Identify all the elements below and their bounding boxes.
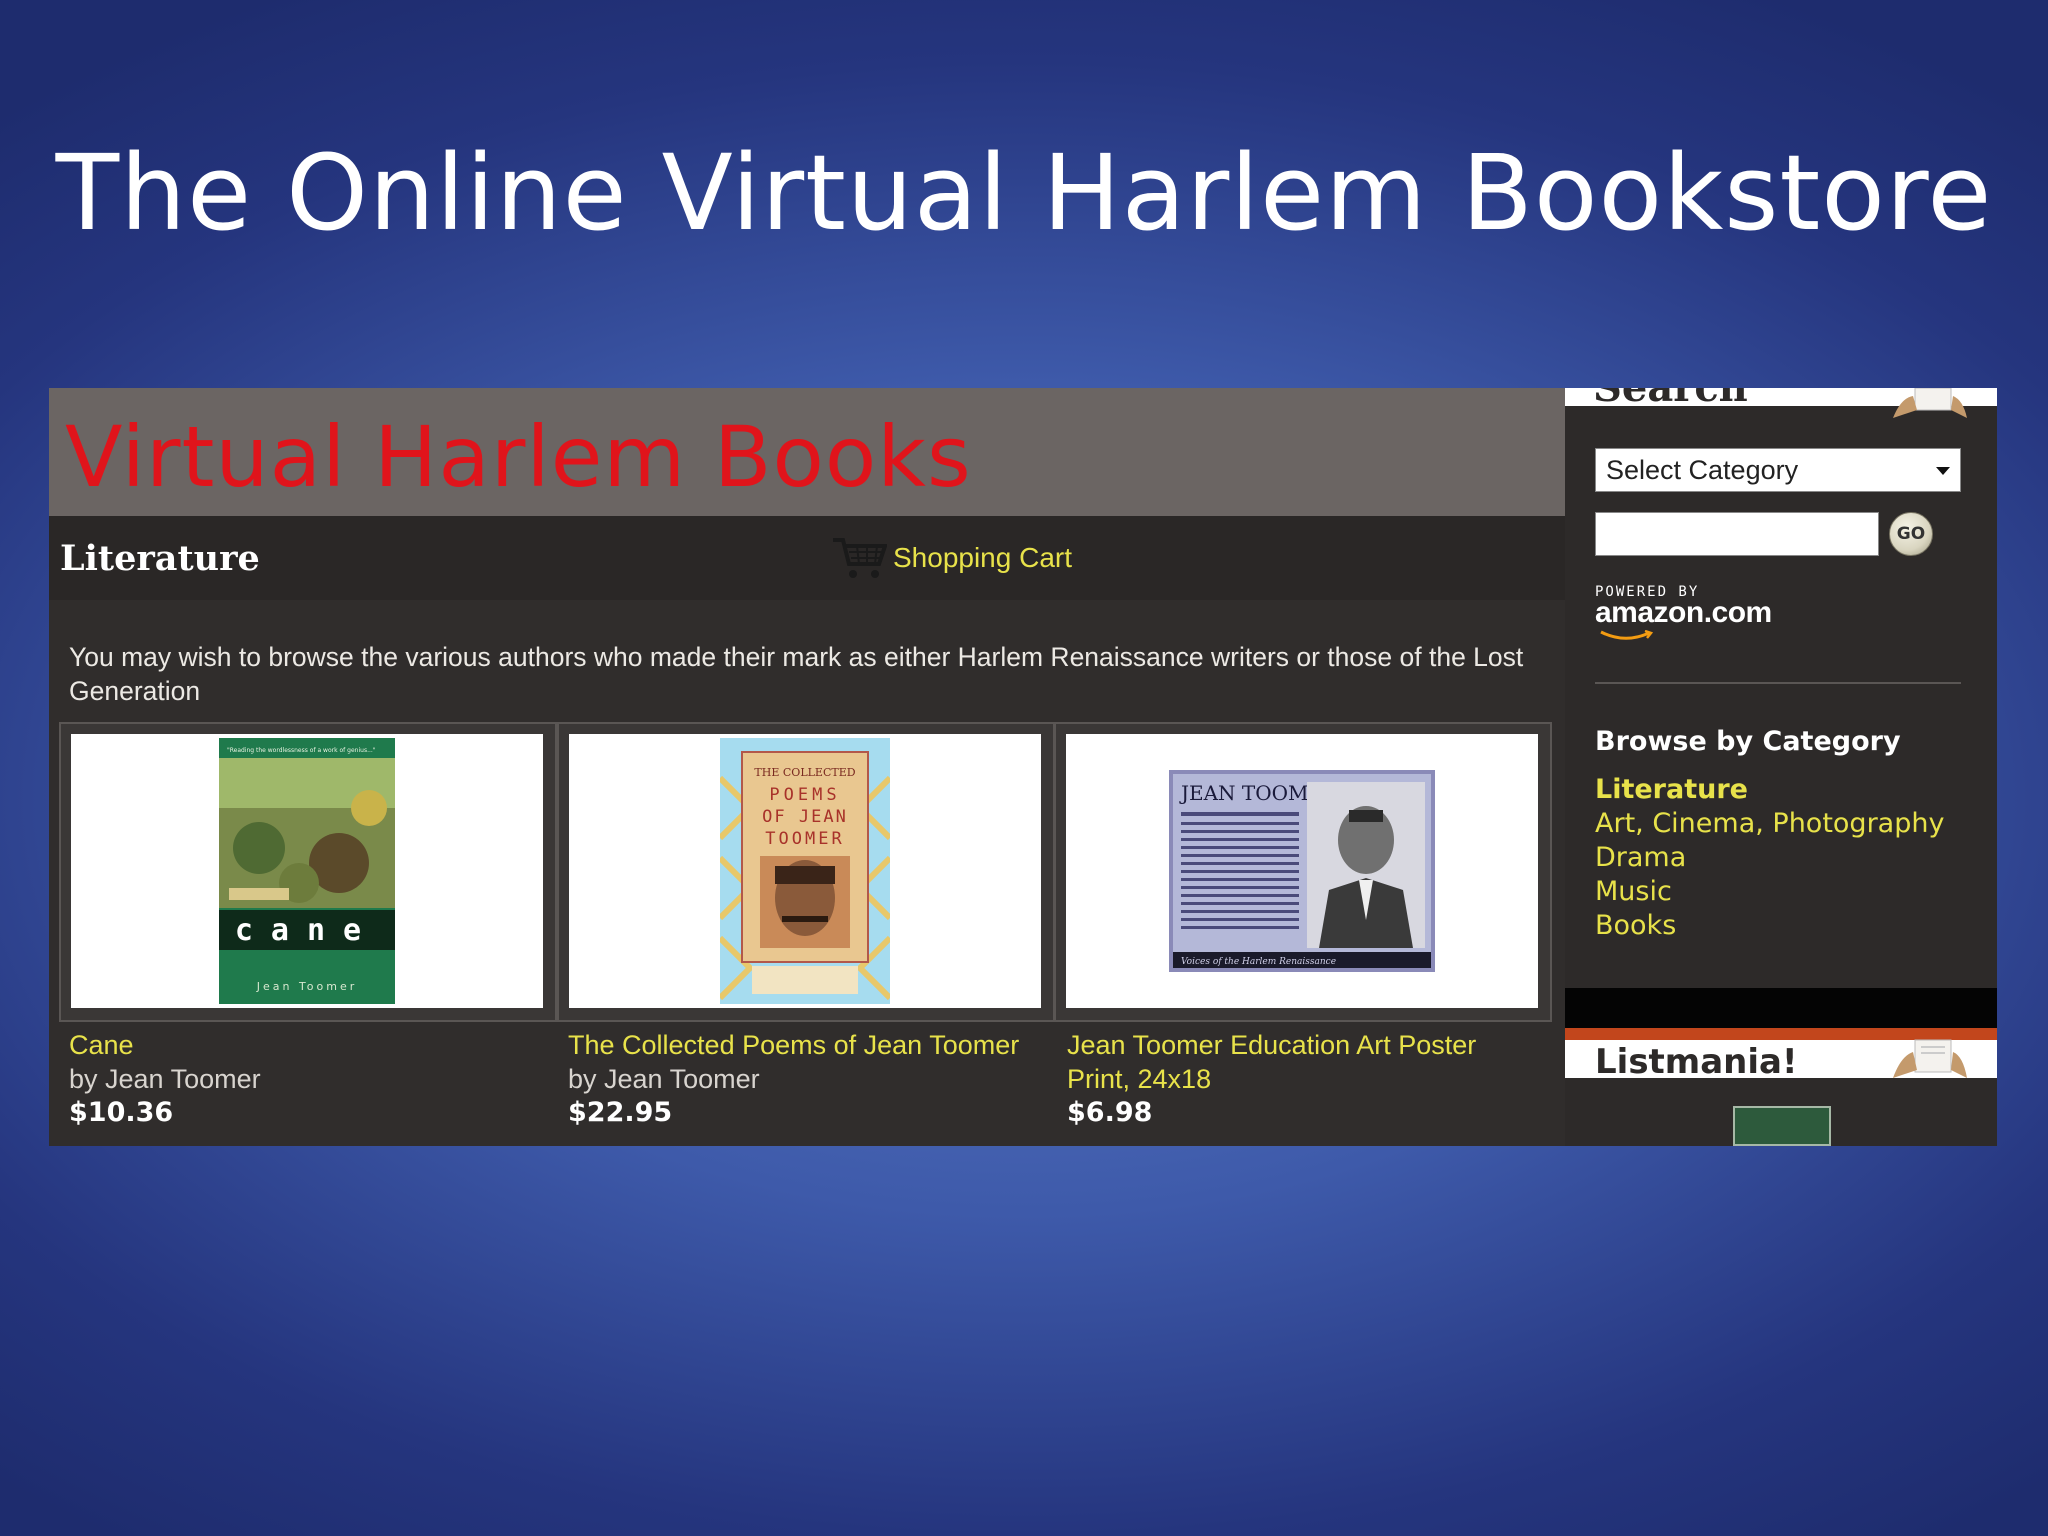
product-title-link[interactable]: Jean Toomer Education Art Poster Print, …	[1067, 1028, 1527, 1096]
svg-text:"Reading the wordlessness of a: "Reading the wordlessness of a work of g…	[227, 747, 376, 754]
product-price: $10.36	[69, 1097, 174, 1128]
site-title[interactable]: Virtual Harlem Books	[65, 408, 972, 506]
product-author: by Jean Toomer	[69, 1064, 261, 1094]
product-card-cane[interactable]: "Reading the wordlessness of a work of g…	[59, 722, 557, 1022]
product-card-collected-poems[interactable]: THE COLLECTED POEMS OF JEAN TOOMER	[557, 722, 1055, 1022]
svg-text:POEMS: POEMS	[769, 785, 840, 805]
svg-text:Jean Toomer: Jean Toomer	[256, 980, 358, 993]
collected-poems-book-cover: THE COLLECTED POEMS OF JEAN TOOMER	[720, 738, 890, 1004]
product-title-link[interactable]: Cane	[69, 1028, 134, 1062]
section-bar	[49, 516, 1565, 600]
svg-text:OF JEAN: OF JEAN	[762, 807, 848, 827]
chevron-down-icon	[1936, 467, 1950, 475]
svg-text:Voices of the Harlem Renaissan: Voices of the Harlem Renaissance	[1181, 957, 1336, 967]
category-link-art-cinema-photography[interactable]: Art, Cinema, Photography	[1595, 808, 1944, 839]
svg-text:THE COLLECTED: THE COLLECTED	[754, 766, 855, 779]
product-price: $22.95	[568, 1097, 673, 1128]
product-image-poster[interactable]: JEAN TOOMER Voices of the Harlem Renaiss…	[1066, 734, 1538, 1008]
section-title: Literature	[60, 538, 260, 579]
divider	[1595, 682, 1961, 684]
search-input[interactable]	[1595, 512, 1879, 556]
category-link-books[interactable]: Books	[1595, 910, 1676, 941]
hand-holding-book-icon	[1893, 1039, 1967, 1078]
listmania-thumbnail[interactable]	[1733, 1106, 1831, 1146]
category-link-drama[interactable]: Drama	[1595, 842, 1686, 873]
listmania-heading[interactable]: Listmania!	[1595, 1042, 1798, 1082]
go-button[interactable]: GO	[1889, 512, 1933, 556]
category-select-value: Select Category	[1606, 455, 1799, 485]
category-link-literature[interactable]: Literature	[1595, 774, 1748, 805]
svg-text:TOOMER: TOOMER	[765, 829, 844, 849]
cane-book-cover: "Reading the wordlessness of a work of g…	[219, 738, 395, 1004]
intro-text: You may wish to browse the various autho…	[69, 642, 1524, 706]
product-price: $6.98	[1067, 1097, 1153, 1128]
slide-title: The Online Virtual Harlem Bookstore	[55, 132, 1993, 254]
product-title-link[interactable]: The Collected Poems of Jean Toomer	[568, 1028, 1019, 1062]
product-image-collected-poems[interactable]: THE COLLECTED POEMS OF JEAN TOOMER	[569, 734, 1041, 1008]
website-screenshot: Virtual Harlem Books Literature Shopping…	[49, 388, 1997, 1146]
main-panel: Virtual Harlem Books Literature Shopping…	[49, 388, 1565, 1146]
amazon-smile-icon	[1600, 630, 1653, 640]
category-select[interactable]: Select Category	[1595, 448, 1961, 492]
product-card-poster[interactable]: JEAN TOOMER Voices of the Harlem Renaiss…	[1054, 722, 1552, 1022]
browse-by-category-heading: Browse by Category	[1595, 726, 1901, 757]
shopping-cart-link[interactable]: Shopping Cart	[831, 534, 1072, 582]
product-author: by Jean Toomer	[568, 1064, 760, 1094]
shopping-cart-icon	[833, 538, 887, 578]
hand-holding-book-icon	[1893, 388, 1967, 418]
shopping-cart-label: Shopping Cart	[893, 542, 1073, 573]
site-banner: Virtual Harlem Books	[49, 388, 1565, 516]
product-image-cane[interactable]: "Reading the wordlessness of a work of g…	[71, 734, 543, 1008]
svg-text:cane: cane	[235, 913, 379, 948]
category-link-music[interactable]: Music	[1595, 876, 1672, 907]
jean-toomer-poster: JEAN TOOMER Voices of the Harlem Renaiss…	[1169, 770, 1435, 972]
amazon-logo[interactable]: amazon.com	[1595, 596, 1772, 630]
sidebar: Search Select Category GO POWERED BY ama…	[1565, 388, 1997, 1146]
